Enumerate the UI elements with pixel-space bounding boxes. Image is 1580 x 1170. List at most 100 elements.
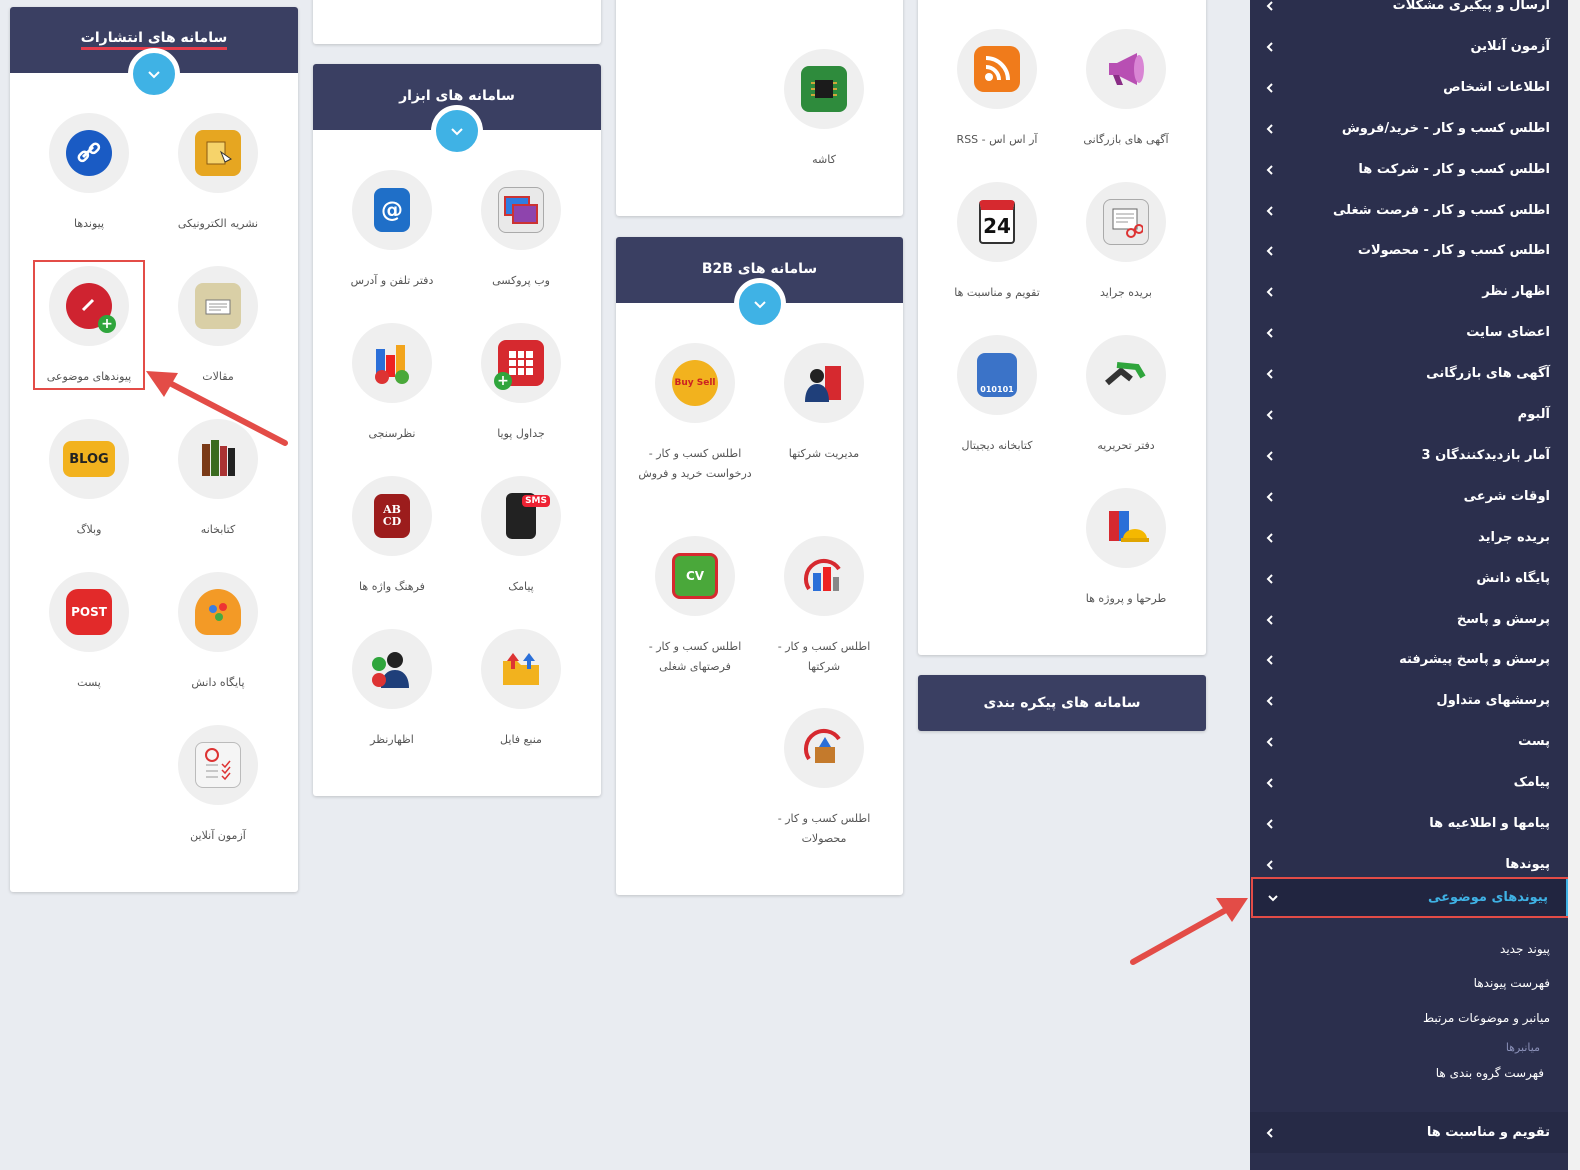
- app-label: کاشه: [812, 153, 836, 166]
- sidebar-item[interactable]: آگهی های بازرگانی: [1250, 353, 1568, 394]
- tools-header[interactable]: سامانه های ابزار: [313, 64, 601, 157]
- app-label: آگهی های بازرگانی: [1083, 133, 1169, 146]
- app-comment[interactable]: اظهارنظر: [332, 629, 452, 750]
- chevron-left-icon: [1266, 695, 1273, 706]
- app-sms[interactable]: SMS پیامک: [461, 476, 581, 597]
- sidebar-sub-shortcuts[interactable]: میانبرها: [1506, 1041, 1540, 1054]
- sidebar-item[interactable]: آلبوم: [1250, 394, 1568, 435]
- app-web-proxy[interactable]: وب پروکسی: [461, 170, 581, 291]
- online-exam-icon: [195, 742, 241, 788]
- atlas-jobs-icon: CV: [672, 553, 718, 599]
- app-newsletter[interactable]: نشریه الکترونیکی: [158, 113, 278, 234]
- app-label: فرهنگ واژه ها: [359, 580, 425, 593]
- tools-expand-button[interactable]: [431, 105, 483, 157]
- app-label: بریده جراید: [1100, 286, 1152, 299]
- atlas-companies-icon: [801, 553, 847, 599]
- sidebar-item-label: بریده جراید: [1478, 530, 1550, 545]
- atlas-products-icon: [801, 725, 847, 771]
- sidebar-item[interactable]: اعضای سایت: [1250, 312, 1568, 353]
- sidebar-sub-group-list[interactable]: فهرست گروه بندی ها: [1436, 1066, 1544, 1080]
- app-online-exam[interactable]: آزمون آنلاین: [158, 725, 278, 846]
- app-company-management[interactable]: مدیریت شرکتها: [764, 343, 884, 464]
- sidebar-item[interactable]: پرسش و پاسخ: [1250, 599, 1568, 640]
- sidebar-item[interactable]: پایگاه دانش: [1250, 558, 1568, 599]
- buy-sell-icon: Buy Sell: [672, 360, 718, 406]
- app-label: منبع فایل: [500, 733, 542, 746]
- app-label: اطلس کسب و کار - محصولات: [777, 812, 871, 845]
- app-label: پست: [77, 676, 101, 689]
- app-address-book[interactable]: @ دفتر تلفن و آدرس: [332, 170, 452, 291]
- sidebar-item-label: پرسشهای متداول: [1436, 693, 1550, 708]
- sidebar-item[interactable]: اطلاعات اشخاص: [1250, 67, 1568, 108]
- b2b-header[interactable]: سامانه های B2B: [616, 237, 903, 330]
- app-file-source[interactable]: منبع فایل: [461, 629, 581, 750]
- app-blog[interactable]: BLOG وبلاگ: [29, 419, 149, 540]
- dynamic-tables-icon: +: [494, 340, 544, 390]
- poll-icon: [369, 340, 415, 386]
- sidebar-item-label: پایگاه دانش: [1476, 571, 1550, 586]
- b2b-expand-button[interactable]: [733, 278, 786, 330]
- app-label: دفتر تلفن و آدرس: [350, 274, 434, 287]
- sidebar-sub-links-list[interactable]: فهرست پیوندها: [1474, 976, 1550, 990]
- sidebar-item-calendar[interactable]: تقویم و مناسبت ها: [1250, 1112, 1568, 1153]
- chevron-left-icon: [1266, 450, 1273, 461]
- app-commercial-ads[interactable]: آگهی های بازرگانی: [1066, 29, 1186, 150]
- sidebar-item[interactable]: آمار بازدیدکنندگان 3: [1250, 435, 1568, 476]
- sidebar-item[interactable]: پیامها و اطلاعیه ها: [1250, 803, 1568, 844]
- sidebar-item[interactable]: اطلس کسب و کار - محصولات: [1250, 230, 1568, 271]
- app-label: جداول پویا: [497, 427, 545, 440]
- app-editorial[interactable]: دفتر تحریریه: [1066, 335, 1186, 456]
- knowledge-base-icon: [195, 589, 241, 635]
- app-dynamic-tables[interactable]: + جداول پویا: [461, 323, 581, 444]
- app-cache[interactable]: کاشه: [764, 49, 884, 170]
- sidebar-sub-new-link[interactable]: پیوند جدید: [1500, 942, 1550, 956]
- sidebar-item-label: اطلس کسب و کار - شرکت ها: [1358, 162, 1550, 177]
- sidebar-item[interactable]: پست: [1250, 721, 1568, 762]
- app-newspaper-clip[interactable]: بریده جراید: [1066, 182, 1186, 303]
- sidebar-item[interactable]: اوقات شرعی: [1250, 476, 1568, 517]
- app-atlas-companies[interactable]: اطلس کسب و کار - شرکتها: [764, 536, 884, 677]
- sidebar-item[interactable]: پرسش و پاسخ پیشرفته: [1250, 639, 1568, 680]
- publications-expand-button[interactable]: [128, 48, 180, 100]
- sidebar-item[interactable]: پرسشهای متداول: [1250, 680, 1568, 721]
- chevron-left-icon: [1266, 777, 1273, 788]
- publications-header[interactable]: سامانه های انتشارات: [10, 7, 298, 100]
- sidebar-item[interactable]: اطلس کسب و کار - خرید/فروش: [1250, 108, 1568, 149]
- sidebar-item[interactable]: بریده جراید: [1250, 517, 1568, 558]
- sidebar-item-topic-links[interactable]: پیوندهای موضوعی: [1251, 877, 1570, 918]
- app-projects[interactable]: طرحها و پروژه ها: [1066, 488, 1186, 609]
- app-rss[interactable]: آر اس اس - RSS: [937, 29, 1057, 150]
- sidebar-sub-shortcuts-topics[interactable]: میانبر و موضوعات مرتبط: [1423, 1011, 1550, 1025]
- app-digital-library[interactable]: 010101 کتابخانه دیجیتال: [937, 335, 1057, 456]
- sidebar-item[interactable]: اطلس کسب و کار - شرکت ها: [1250, 149, 1568, 190]
- config-panel[interactable]: سامانه های پیکره بندی: [918, 675, 1206, 731]
- app-label: نظرسنجی: [368, 427, 416, 440]
- app-post[interactable]: POST پست: [29, 572, 149, 693]
- sidebar-item[interactable]: اظهار نظر: [1250, 271, 1568, 312]
- app-links[interactable]: پیوندها: [29, 113, 149, 234]
- app-buy-sell[interactable]: Buy Sell اطلس کسب و کار - درخواست خرید و…: [635, 343, 755, 484]
- scrollbar[interactable]: [1568, 0, 1580, 1170]
- web-proxy-icon: [498, 187, 544, 233]
- app-atlas-products[interactable]: اطلس کسب و کار - محصولات: [764, 708, 884, 849]
- app-label: اطلس کسب و کار - فرصتهای شغلی: [648, 640, 742, 673]
- chevron-down-icon: [753, 301, 766, 309]
- sidebar-item[interactable]: ارسال و پیگیری مشکلات: [1250, 0, 1568, 26]
- app-label: پیامک: [508, 580, 534, 593]
- sidebar-item-label: آمار بازدیدکنندگان 3: [1421, 448, 1551, 463]
- app-poll[interactable]: نظرسنجی: [332, 323, 452, 444]
- app-calendar[interactable]: 24 تقویم و مناسبت ها: [937, 182, 1057, 303]
- app-library[interactable]: کتابخانه: [158, 419, 278, 540]
- sidebar-item-label: اطلس کسب و کار - خرید/فروش: [1341, 121, 1550, 136]
- calendar-icon: 24: [979, 200, 1015, 244]
- app-knowledge-base[interactable]: پایگاه دانش: [158, 572, 278, 693]
- chevron-left-icon: [1266, 82, 1273, 93]
- app-dictionary[interactable]: AB CD فرهنگ واژه ها: [332, 476, 452, 597]
- sidebar-item[interactable]: اطلس کسب و کار - فرصت شغلی: [1250, 190, 1568, 231]
- config-title: سامانه های پیکره بندی: [983, 695, 1141, 711]
- app-atlas-jobs[interactable]: CV اطلس کسب و کار - فرصتهای شغلی: [635, 536, 755, 677]
- sidebar-item[interactable]: آزمون آنلاین: [1250, 26, 1568, 67]
- sidebar-item-label: آزمون آنلاین: [1470, 39, 1550, 54]
- chevron-left-icon: [1266, 164, 1273, 175]
- sidebar-item[interactable]: پیامک: [1250, 762, 1568, 803]
